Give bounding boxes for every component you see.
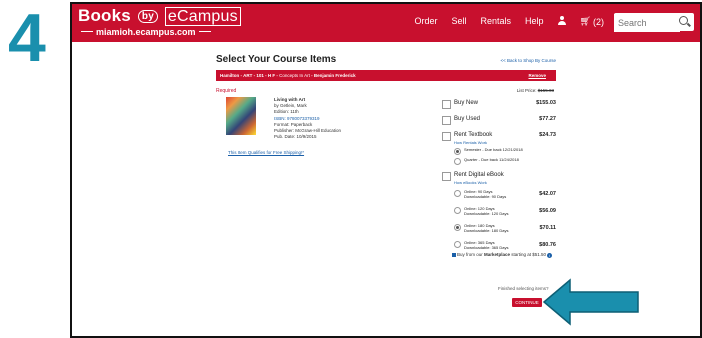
ebook-180-radio[interactable] <box>454 224 461 231</box>
search-input[interactable] <box>614 14 680 32</box>
ebook-90-radio[interactable] <box>454 190 461 197</box>
buy-new-checkbox[interactable] <box>442 100 451 109</box>
marketplace-offer[interactable]: Buy from our Marketplace starting at $51… <box>452 252 553 258</box>
book-pub-date: Pub. Date: 10/9/2015 <box>274 134 317 140</box>
ebook-365-label: Online: 365 Days Downloadable: 365 Days <box>464 240 509 250</box>
required-label: Required <box>216 88 237 94</box>
quarter-radio[interactable] <box>454 158 461 165</box>
buy-used-price: $77.27 <box>539 116 556 122</box>
cart-count: (2) <box>593 16 604 27</box>
subdomain-label: miamioh.ecampus.com <box>78 27 214 37</box>
site-logo[interactable]: Books by eCampus <box>78 6 241 26</box>
main-nav: Order Sell Rentals Help 🛒︎ (2) <box>415 16 604 27</box>
continue-button[interactable]: CONTINUE <box>512 298 542 307</box>
page-title: Select Your Course Items <box>216 54 337 65</box>
ebook-120-radio[interactable] <box>454 207 461 214</box>
how-ebooks-work-link[interactable]: How eBooks Work <box>454 180 487 185</box>
site-header: Books by eCampus miamioh.ecampus.com Ord… <box>72 4 700 42</box>
course-bar: Hamilton - ART - 101 - H F - Concepts In… <box>216 70 556 81</box>
info-icon[interactable]: i <box>547 252 553 258</box>
remove-course-link[interactable]: Remove <box>528 73 546 78</box>
book-cover-image <box>226 97 256 135</box>
ebook-180-label: Online: 180 Days Downloadable: 180 Days <box>464 223 509 233</box>
step-number: 4 <box>8 0 46 76</box>
quarter-label: Quarter - Due back 11/24/2018 <box>464 157 519 162</box>
list-price: List Price: $155.03 <box>516 88 554 93</box>
logo-ecampus-text: eCampus <box>164 7 241 26</box>
subdomain-text: miamioh.ecampus.com <box>96 27 196 37</box>
how-rentals-work-link[interactable]: How Rentals Work <box>454 140 487 145</box>
rent-textbook-checkbox[interactable] <box>442 132 451 141</box>
nav-order[interactable]: Order <box>415 16 438 27</box>
rent-textbook-label: Rent Textbook <box>454 132 493 138</box>
search-icon[interactable] <box>679 16 688 25</box>
ebook-120-price: $56.09 <box>539 208 556 214</box>
rent-ebook-checkbox[interactable] <box>442 172 451 181</box>
book-info: Living with Art by Getlein, Mark Edition… <box>274 97 341 140</box>
ebook-120-label: Online: 120 Days Downloadable: 120 Days <box>464 206 509 216</box>
ebook-365-radio[interactable] <box>454 241 461 248</box>
semester-label: Semester - Due back 12/21/2018 <box>464 147 523 152</box>
back-to-shop-link[interactable]: << Back to Shop By Course <box>500 58 556 63</box>
search-box <box>614 13 694 32</box>
finished-prompt: Finished selecting items? <box>498 286 549 291</box>
ebook-90-price: $42.07 <box>539 191 556 197</box>
logo-by-text: by <box>137 10 158 23</box>
buy-used-checkbox[interactable] <box>442 116 451 125</box>
ebook-365-price: $80.76 <box>539 242 556 248</box>
rent-ebook-label: Rent Digital eBook <box>454 172 504 178</box>
cart-icon: 🛒︎ <box>579 16 591 26</box>
cart-button[interactable]: 🛒︎ (2) <box>580 16 604 27</box>
buy-used-label: Buy Used <box>454 116 481 122</box>
semester-radio[interactable] <box>454 148 461 155</box>
marketplace-icon <box>452 252 456 257</box>
free-shipping-link[interactable]: This Item Qualifies for Free Shipping!* <box>228 150 304 155</box>
logo-books-text: Books <box>78 6 131 25</box>
course-items-panel: Select Your Course Items << Back to Shop… <box>216 46 556 326</box>
rent-textbook-price: $24.73 <box>539 132 556 138</box>
ebook-90-label: Online: 90 Days Downloadable: 90 Days <box>464 189 507 199</box>
user-icon[interactable] <box>557 16 566 26</box>
pointer-arrow-icon <box>542 278 639 326</box>
nav-rentals[interactable]: Rentals <box>481 16 512 27</box>
nav-sell[interactable]: Sell <box>452 16 467 27</box>
course-title: Hamilton - ART - 101 - H F - Concepts In… <box>220 73 356 78</box>
buy-new-price: $155.03 <box>536 100 556 106</box>
nav-help[interactable]: Help <box>525 16 544 27</box>
ebook-180-price: $70.11 <box>539 225 556 231</box>
buy-new-label: Buy New <box>454 100 479 106</box>
